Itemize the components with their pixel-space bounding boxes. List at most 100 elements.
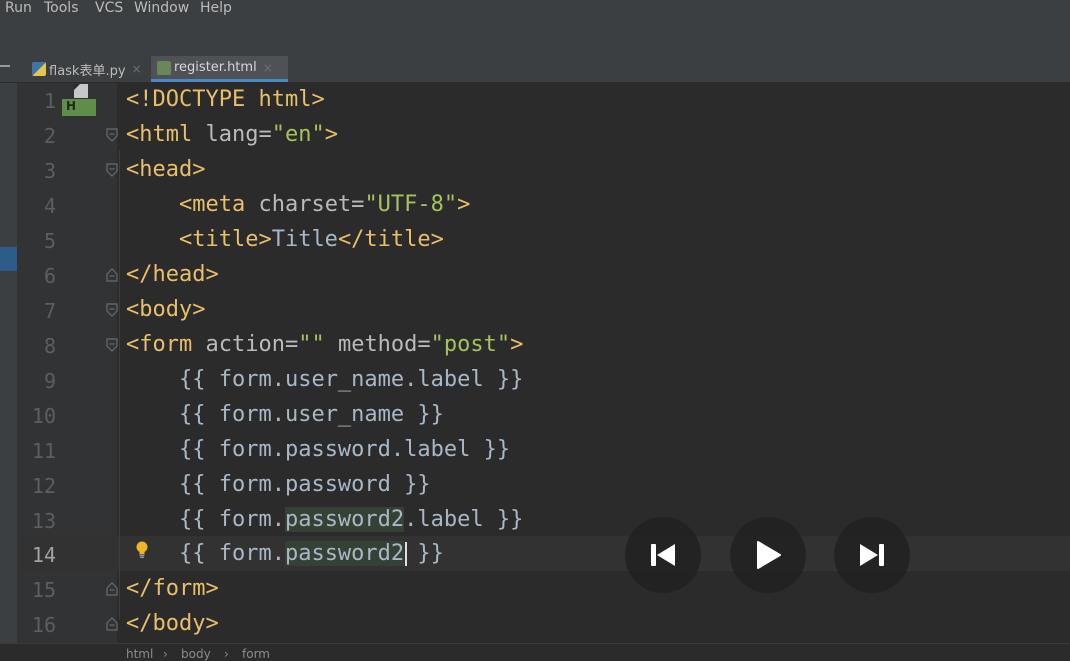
close-tab-icon[interactable]: × (263, 61, 273, 75)
code-token: <html (126, 122, 193, 147)
code-token: "" (298, 332, 325, 357)
sidebar-selected-marker[interactable] (0, 247, 17, 271)
code-line-16: </body> (126, 611, 219, 636)
breadcrumb-item[interactable]: form (242, 647, 270, 661)
line-number: 9 (43, 369, 56, 393)
line-number: 5 (43, 229, 56, 253)
menu-bar: Run Tools VCS Window Help (0, 0, 1070, 20)
code-token: <body> (126, 297, 206, 322)
menu-run[interactable]: Run (5, 0, 32, 16)
menu-help[interactable]: Help (200, 0, 232, 16)
fold-open-icon[interactable] (106, 163, 118, 177)
code-token: <head> (126, 157, 206, 182)
code-line-7: <body> (126, 297, 205, 322)
code-token: </title> (337, 227, 444, 252)
code-line-13: {{ form.password2.label }} (126, 507, 523, 532)
breadcrumb-item[interactable]: body (181, 647, 211, 661)
code-line-15: </form> (126, 576, 219, 601)
menu-tools[interactable]: Tools (44, 0, 79, 16)
line-number: 13 (31, 509, 56, 533)
tool-window-sidebar (0, 83, 17, 660)
code-line-3: <head> (126, 157, 205, 182)
code-token: <meta (178, 192, 246, 217)
code-line-1: <!DOCTYPE html> (126, 87, 325, 112)
line-number: 3 (43, 159, 56, 183)
breadcrumb-item[interactable]: html (126, 647, 153, 661)
code-token: > (457, 192, 471, 217)
line-number-current: 14 (31, 543, 56, 567)
code-token: charset= (245, 192, 365, 217)
tab-label: flask表单.py (49, 63, 126, 79)
line-number: 16 (31, 613, 56, 637)
toolbar (0, 20, 1070, 55)
html-file-type-icon: H (62, 84, 96, 116)
play-icon (757, 541, 781, 569)
code-token: <title> (178, 227, 272, 252)
next-button[interactable] (834, 517, 910, 593)
code-token: lang= (192, 122, 272, 147)
fold-close-icon[interactable] (106, 617, 118, 631)
line-number: 10 (31, 404, 56, 428)
breadcrumb-separator: › (224, 647, 229, 661)
line-number: 2 (43, 124, 56, 148)
code-token: method= (324, 332, 431, 357)
line-number: 7 (43, 299, 56, 323)
code-line-11: {{ form.password.label }} (126, 437, 510, 462)
code-token: "post" (430, 332, 511, 357)
close-tab-icon[interactable]: × (132, 62, 142, 76)
code-line-9: {{ form.user_name.label }} (126, 367, 523, 392)
code-token: password }} (284, 472, 431, 497)
python-file-icon (32, 62, 46, 76)
code-token: {{ form. (178, 472, 285, 497)
code-token: {{ form. (178, 507, 285, 532)
html-file-icon (157, 60, 171, 75)
code-token: Title (271, 227, 338, 252)
menu-window[interactable]: Window (134, 0, 189, 16)
code-line-5: <title>Title</title> (126, 227, 444, 252)
code-token: "en" (271, 122, 325, 147)
menu-vcs[interactable]: VCS (95, 0, 123, 16)
code-token: }} (404, 541, 444, 566)
collapse-icon[interactable] (0, 65, 10, 67)
code-line-6: </head> (126, 262, 219, 287)
fold-open-icon[interactable] (106, 338, 118, 352)
line-number: 8 (43, 334, 56, 358)
fold-open-icon[interactable] (106, 128, 118, 142)
tab-register-html[interactable]: register.html × (151, 56, 288, 82)
breadcrumb: html › body › form (0, 643, 1070, 661)
line-number: 1 (43, 89, 56, 113)
tab-label: register.html (174, 60, 257, 75)
code-token: html> (245, 87, 325, 112)
code-token: </form> (126, 576, 219, 601)
fold-open-icon[interactable] (106, 303, 118, 317)
code-line-12: {{ form.password }} (126, 472, 431, 497)
fold-close-icon[interactable] (106, 268, 118, 282)
line-number: 15 (31, 578, 56, 602)
breadcrumb-separator: › (163, 647, 168, 661)
code-line-10: {{ form.user_name }} (126, 402, 444, 427)
code-token: .label }} (404, 507, 524, 532)
next-track-icon (860, 544, 884, 566)
code-token: > (510, 332, 524, 357)
play-button[interactable] (730, 517, 806, 593)
code-token: > (324, 122, 338, 147)
lightbulb-icon[interactable] (135, 541, 149, 561)
fold-close-icon[interactable] (106, 582, 118, 596)
code-token: "UTF-8" (364, 192, 458, 217)
code-token: <form (126, 332, 193, 357)
line-number: 4 (43, 194, 56, 218)
code-token-highlight: password2 (284, 507, 405, 532)
code-token: {{ form. (178, 541, 285, 566)
code-line-2: <html lang="en"> (126, 122, 338, 147)
code-line-14[interactable]: {{ form.password2 }} (126, 541, 444, 566)
code-token: action= (192, 332, 299, 357)
line-number: 12 (31, 474, 56, 498)
code-token-highlight: password2 (284, 541, 405, 566)
previous-track-icon (651, 544, 675, 566)
file-icon-letter: H (66, 99, 77, 113)
code-token: user_name }} (284, 402, 444, 427)
tab-flask-py[interactable]: flask表单.py × (26, 56, 148, 82)
previous-button[interactable] (625, 517, 701, 593)
code-token: </body> (126, 611, 219, 636)
code-line-4: <meta charset="UTF-8"> (126, 192, 470, 217)
